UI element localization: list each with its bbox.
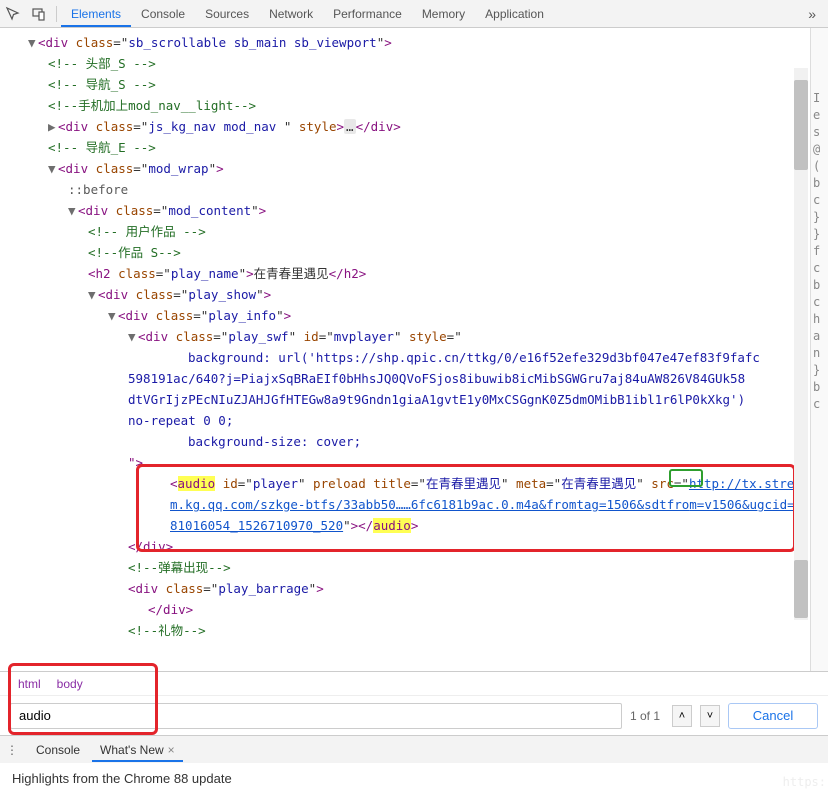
search-input[interactable]	[10, 703, 622, 729]
toolbar-separator	[56, 6, 57, 22]
tab-network[interactable]: Network	[259, 1, 323, 27]
close-icon[interactable]: ×	[168, 743, 175, 757]
drawer-tabs: ⋮ Console What's New×	[0, 735, 828, 763]
chevron-right-icon[interactable]: ▶	[48, 116, 58, 137]
tab-performance[interactable]: Performance	[323, 1, 412, 27]
whatsnew-headline: Highlights from the Chrome 88 update	[12, 771, 232, 786]
attr-value: 在青春里遇见	[426, 476, 501, 491]
crumb-body[interactable]: body	[49, 675, 91, 693]
comment: <!--作品 S-->	[88, 245, 181, 260]
style-value: background-size: cover;	[188, 434, 361, 449]
attr-value: play_swf	[228, 329, 288, 344]
watermark: https:	[783, 775, 826, 789]
pseudo-before: ::before	[68, 182, 128, 197]
breadcrumb-area: html body	[0, 671, 828, 695]
chevron-down-icon[interactable]: ▼	[68, 200, 78, 221]
comment: <!--弹幕出现-->	[128, 560, 231, 575]
style-value: 598191ac/640?j=PiajxSqBRaEIf0bHhsJQ0QVoF…	[128, 371, 745, 386]
comment: <!-- 导航_S -->	[48, 77, 156, 92]
scrollbar-thumb[interactable]	[794, 560, 808, 618]
attr-value: mvplayer	[334, 329, 394, 344]
attr-value: play_show	[188, 287, 256, 302]
comment: <!-- 用户作品 -->	[88, 224, 206, 239]
chevron-down-icon[interactable]: ▼	[128, 326, 138, 347]
search-count: 1 of 1	[630, 709, 660, 723]
style-value: dtVGrIjzPEcNIuZJAHJGfHTEGw8a9t9Gndn1giaA…	[128, 392, 745, 407]
search-prev-button[interactable]: ˄	[672, 705, 692, 727]
chevron-down-icon[interactable]: ▼	[48, 158, 58, 179]
audio-close-tag: audio	[373, 518, 411, 533]
comment: <!-- 导航_E -->	[48, 140, 156, 155]
tab-elements[interactable]: Elements	[61, 1, 131, 27]
devtools-toolbar: Elements Console Sources Network Perform…	[0, 0, 828, 28]
attr-value: player	[253, 476, 298, 491]
tab-application[interactable]: Application	[475, 1, 554, 27]
attr-value: sb_scrollable sb_main sb_viewport	[128, 35, 376, 50]
tab-sources[interactable]: Sources	[195, 1, 259, 27]
find-bar: 1 of 1 ˄ ˅ Cancel	[0, 695, 828, 735]
styles-gutter: Ies@(bc}}fcbchan}bc	[810, 28, 828, 671]
whatsnew-content: Highlights from the Chrome 88 update	[0, 763, 828, 793]
style-value: background: url('https://shp.qpic.cn/ttk…	[188, 350, 760, 365]
attr-preload: preload	[313, 476, 366, 491]
scrollbar-thumb[interactable]	[794, 80, 808, 170]
search-next-button[interactable]: ˅	[700, 705, 720, 727]
chevron-down-icon[interactable]: ▼	[88, 284, 98, 305]
tabs-overflow-icon[interactable]: »	[796, 6, 828, 22]
audio-node[interactable]: <audio id="player" preload title="在青春里遇见…	[148, 473, 802, 536]
cancel-button[interactable]: Cancel	[728, 703, 818, 729]
attr-value: play_name	[171, 266, 239, 281]
div-close: </div>	[128, 539, 173, 554]
attr-value: mod_wrap	[148, 161, 208, 176]
h2-text: 在青春里遇见	[254, 266, 329, 281]
drawer-tab-console[interactable]: Console	[28, 738, 88, 762]
div-close: </div>	[148, 602, 193, 617]
breadcrumb: html body	[0, 671, 828, 695]
drawer-menu-icon[interactable]: ⋮	[6, 743, 18, 757]
tab-memory[interactable]: Memory	[412, 1, 475, 27]
attr-value: js_kg_nav mod_nav	[148, 119, 283, 134]
audio-tag: audio	[178, 476, 216, 491]
attr-value: play_info	[208, 308, 276, 323]
attr-value: mod_content	[168, 203, 251, 218]
tab-console[interactable]: Console	[131, 1, 195, 27]
crumb-html[interactable]: html	[10, 675, 49, 693]
chevron-down-icon[interactable]: ▼	[28, 32, 38, 53]
inspect-icon[interactable]	[0, 1, 26, 27]
style-value: no-repeat 0 0;	[128, 413, 233, 428]
comment: <!--礼物-->	[128, 623, 206, 638]
comment: <!--手机加上mod_nav__light-->	[48, 98, 256, 113]
device-toggle-icon[interactable]	[26, 1, 52, 27]
main-panel: ▼<div class="sb_scrollable sb_main sb_vi…	[0, 28, 828, 671]
drawer-tab-whatsnew[interactable]: What's New×	[92, 738, 183, 762]
chevron-down-icon[interactable]: ▼	[108, 305, 118, 326]
attr-src: src	[651, 476, 674, 491]
attr-value: 在青春里遇见	[561, 476, 636, 491]
attr-value: play_barrage	[218, 581, 308, 596]
closing-quote: ">	[128, 455, 143, 470]
dom-tree[interactable]: ▼<div class="sb_scrollable sb_main sb_vi…	[0, 28, 810, 671]
comment: <!-- 头部_S -->	[48, 56, 156, 71]
